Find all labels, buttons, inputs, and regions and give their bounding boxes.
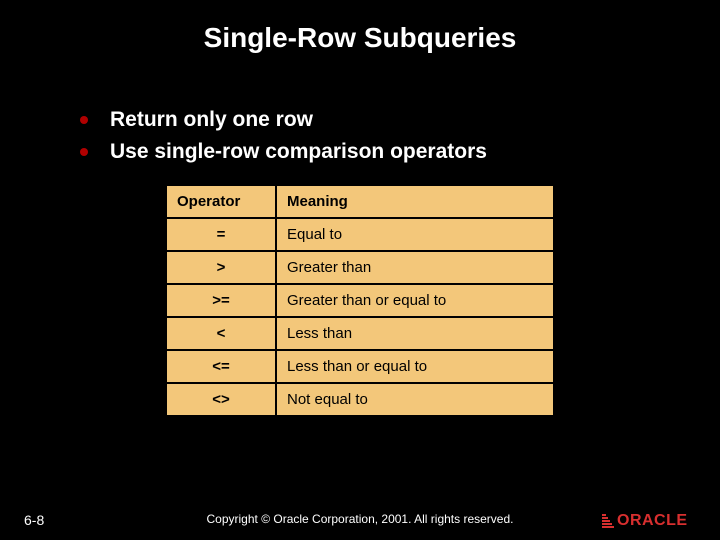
table-row: = Equal to xyxy=(166,218,554,251)
cell-operator: <> xyxy=(166,383,276,416)
slide: Single-Row Subqueries Return only one ro… xyxy=(0,0,720,540)
footer: 6-8 Copyright © Oracle Corporation, 2001… xyxy=(0,506,720,532)
list-item: Return only one row xyxy=(80,108,720,132)
table-row: >= Greater than or equal to xyxy=(166,284,554,317)
cell-operator: <= xyxy=(166,350,276,383)
cell-meaning: Less than or equal to xyxy=(276,350,554,383)
slide-title: Single-Row Subqueries xyxy=(0,0,720,54)
oracle-logo: ORACLE xyxy=(602,510,702,532)
list-item: Use single-row comparison operators xyxy=(80,140,720,164)
cell-meaning: Less than xyxy=(276,317,554,350)
bullet-icon xyxy=(80,116,88,124)
cell-meaning: Greater than xyxy=(276,251,554,284)
bullet-icon xyxy=(80,148,88,156)
header-operator: Operator xyxy=(166,185,276,218)
cell-operator: = xyxy=(166,218,276,251)
cell-operator: < xyxy=(166,317,276,350)
cell-operator: > xyxy=(166,251,276,284)
operators-table: Operator Meaning = Equal to > Greater th… xyxy=(165,184,555,417)
logo-text: ORACLE xyxy=(617,512,688,530)
bullet-text: Return only one row xyxy=(110,108,313,132)
cell-meaning: Greater than or equal to xyxy=(276,284,554,317)
table-header-row: Operator Meaning xyxy=(166,185,554,218)
bullet-list: Return only one row Use single-row compa… xyxy=(80,108,720,164)
page-number: 6-8 xyxy=(24,512,44,528)
logo-bars-icon xyxy=(602,514,614,528)
bullet-text: Use single-row comparison operators xyxy=(110,140,487,164)
table-row: < Less than xyxy=(166,317,554,350)
cell-operator: >= xyxy=(166,284,276,317)
cell-meaning: Not equal to xyxy=(276,383,554,416)
table-row: > Greater than xyxy=(166,251,554,284)
table-row: <> Not equal to xyxy=(166,383,554,416)
table-row: <= Less than or equal to xyxy=(166,350,554,383)
cell-meaning: Equal to xyxy=(276,218,554,251)
header-meaning: Meaning xyxy=(276,185,554,218)
